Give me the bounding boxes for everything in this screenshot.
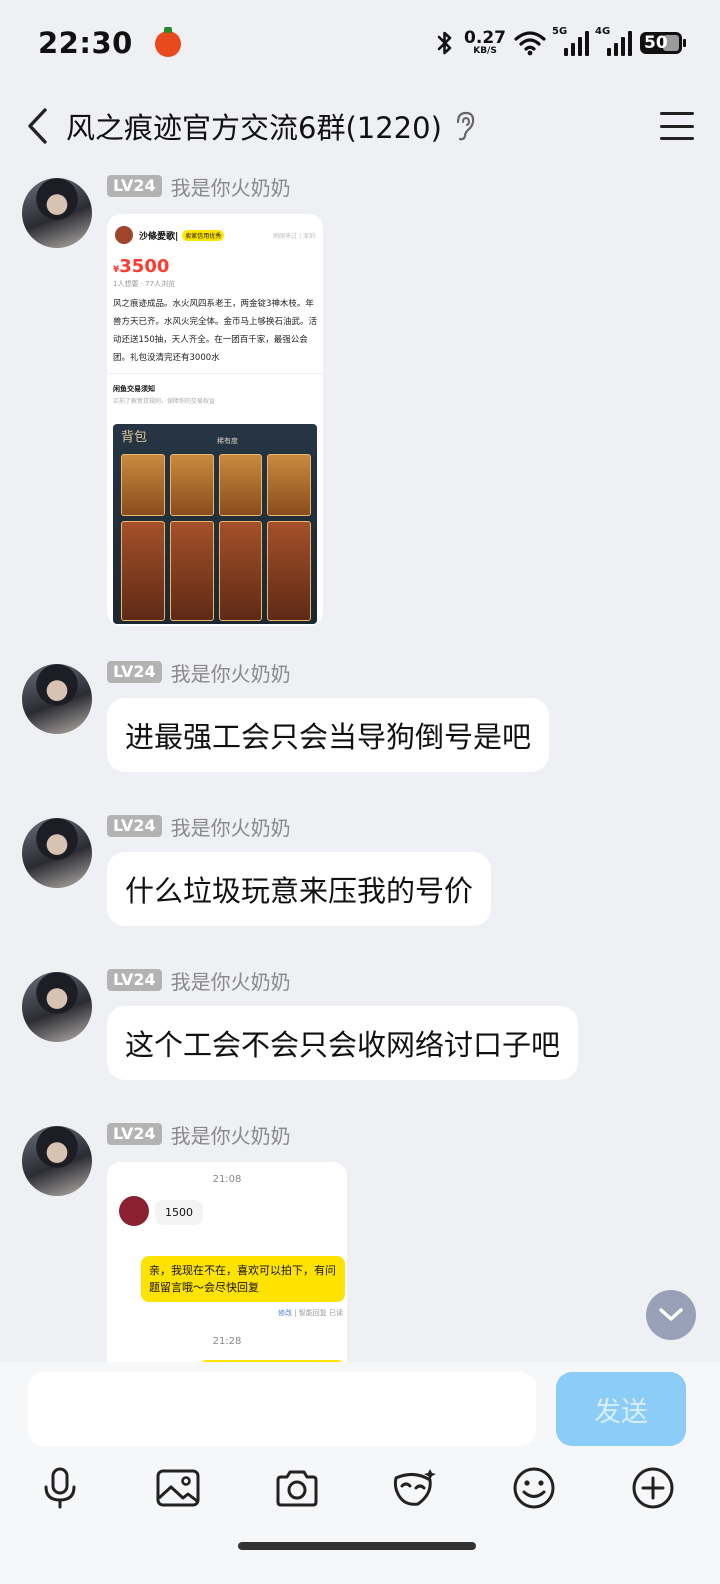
chevron-down-icon: [659, 1308, 683, 1321]
avatar[interactable]: [22, 1126, 92, 1196]
message-meta: LV24 我是你火奶奶: [107, 966, 291, 994]
message-bubble[interactable]: 这个工会不会只会收网络讨口子吧: [107, 1006, 579, 1080]
cellular-signal-2-icon: 4G: [595, 26, 632, 56]
message-bubble[interactable]: 进最强工会只会当导狗倒号是吧: [107, 698, 550, 772]
sender-name[interactable]: 我是你火奶奶: [171, 966, 291, 995]
mask-icon[interactable]: [389, 1462, 441, 1514]
chat-status-label: | 智能回复 已读: [294, 1309, 343, 1317]
chat-timestamp: 21:08: [212, 1174, 242, 1185]
seller-name: 沙條愛歌|: [139, 231, 179, 242]
message-meta: LV24 我是你火奶奶: [107, 1120, 291, 1148]
avatar[interactable]: [22, 972, 92, 1042]
message-item: LV24 我是你火奶奶 什么垃圾玩意来压我的号价: [22, 812, 702, 932]
shared-image-chat[interactable]: 21:08 1500 亲，我现在不在，喜欢可以拍下，有问题留言哦～会尽快回复 修…: [107, 1162, 347, 1376]
chat-timestamp: 21:28: [212, 1336, 242, 1347]
camera-icon[interactable]: [271, 1462, 323, 1514]
avatar[interactable]: [22, 178, 92, 248]
message-item: LV24 我是你火奶奶 进最强工会只会当导狗倒号是吧: [22, 658, 702, 778]
chat-outgoing-bubble: 亲，我现在不在，喜欢可以拍下，有问题留言哦～会尽快回复: [141, 1256, 345, 1302]
plus-icon[interactable]: [627, 1462, 679, 1514]
level-badge: LV24: [107, 969, 162, 991]
seller-tag: 卖家信用优秀: [182, 229, 225, 241]
message-item: LV24 我是你火奶奶 沙條愛歌| 卖家信用优秀 刚刚来过 | 深圳 ¥3500…: [22, 172, 702, 642]
shared-image-listing[interactable]: 沙條愛歌| 卖家信用优秀 刚刚来过 | 深圳 ¥3500 1人想要 · 77人浏…: [107, 214, 323, 626]
sender-name[interactable]: 我是你火奶奶: [171, 658, 291, 687]
chat-edit-label: 修改: [277, 1309, 292, 1317]
input-toolbar: [0, 1462, 720, 1522]
message-list[interactable]: LV24 我是你火奶奶 沙條愛歌| 卖家信用优秀 刚刚来过 | 深圳 ¥3500…: [0, 166, 720, 1376]
game-sort-label: 稀有度: [217, 437, 238, 445]
level-badge: LV24: [107, 175, 162, 197]
game-bag-title: 背包: [121, 430, 148, 445]
listing-description: 风之痕迹成品。水火风四系老王，两金锭3神木枝。年兽方天已齐。水风火完全体。金币马…: [113, 299, 318, 363]
chat-header: 风之痕迹官方交流6群(1220): [0, 86, 720, 166]
wifi-icon: [514, 31, 546, 56]
home-indicator[interactable]: [238, 1542, 476, 1550]
group-title[interactable]: 风之痕迹官方交流6群(1220): [66, 105, 442, 147]
level-badge: LV24: [107, 815, 162, 837]
ear-icon[interactable]: [454, 111, 476, 141]
avatar[interactable]: [22, 818, 92, 888]
chat-avatar: [119, 1196, 149, 1226]
signal-5g-label: 5G: [552, 26, 568, 37]
network-speed-unit: KB/S: [473, 46, 497, 56]
message-meta: LV24 我是你火奶奶: [107, 812, 291, 840]
battery-icon: 50: [640, 32, 686, 54]
price-value: 3500: [119, 256, 170, 277]
status-indicators: 0.27 KB/S 5G 4G 50: [434, 26, 686, 57]
status-bar: 22:30 0.27 KB/S 5G 4G 50: [0, 0, 720, 86]
listing-wants: 1人想要 · 77人浏览: [113, 280, 176, 288]
image-icon[interactable]: [152, 1462, 204, 1514]
microphone-icon[interactable]: [34, 1462, 86, 1514]
avatar[interactable]: [22, 664, 92, 734]
message-item: LV24 我是你火奶奶 这个工会不会只会收网络讨口子吧: [22, 966, 702, 1086]
message-meta: LV24 我是你火奶奶: [107, 172, 291, 200]
sender-name[interactable]: 我是你火奶奶: [171, 172, 291, 201]
input-area: 发送: [0, 1362, 720, 1584]
sender-name[interactable]: 我是你火奶奶: [171, 812, 291, 841]
network-speed-value: 0.27: [464, 28, 506, 48]
cellular-signal-icon: 5G: [552, 26, 589, 56]
level-badge: LV24: [107, 1123, 162, 1145]
weapon-cards: [121, 454, 311, 621]
chat-incoming-bubble: 1500: [155, 1200, 203, 1225]
scroll-to-bottom-button[interactable]: [646, 1290, 696, 1340]
seller-seen: 刚刚来过 | 深圳: [273, 232, 315, 240]
battery-level: 50: [644, 33, 668, 53]
menu-icon[interactable]: [660, 112, 694, 140]
emoji-icon[interactable]: [508, 1462, 560, 1514]
app-notification-icon: [154, 27, 181, 57]
message-input[interactable]: [28, 1372, 536, 1446]
sender-name[interactable]: 我是你火奶奶: [171, 1120, 291, 1149]
chat-status: 修改 | 智能回复 已读: [278, 1308, 343, 1318]
level-badge: LV24: [107, 661, 162, 683]
notice-title: 闲鱼交易须知: [107, 373, 323, 394]
network-speed: 0.27 KB/S: [464, 30, 506, 56]
listing-price: ¥3500: [107, 248, 323, 277]
back-icon[interactable]: [26, 106, 50, 146]
message-item: LV24 我是你火奶奶 21:08 1500 亲，我现在不在，喜欢可以拍下，有问…: [22, 1120, 702, 1376]
status-time: 22:30: [38, 26, 133, 60]
listing-seller-row: 沙條愛歌| 卖家信用优秀 刚刚来过 | 深圳: [107, 214, 323, 248]
signal-4g-label: 4G: [595, 26, 611, 37]
message-meta: LV24 我是你火奶奶: [107, 658, 291, 686]
message-bubble[interactable]: 什么垃圾玩意来压我的号价: [107, 852, 492, 926]
seller-avatar: [115, 226, 133, 244]
notice-subtitle: 买前了解意货规则，保障你的交易权益: [113, 398, 216, 405]
bluetooth-icon: [437, 31, 452, 55]
send-button[interactable]: 发送: [556, 1372, 686, 1446]
game-inventory-screenshot: 背包 稀有度: [113, 424, 317, 624]
